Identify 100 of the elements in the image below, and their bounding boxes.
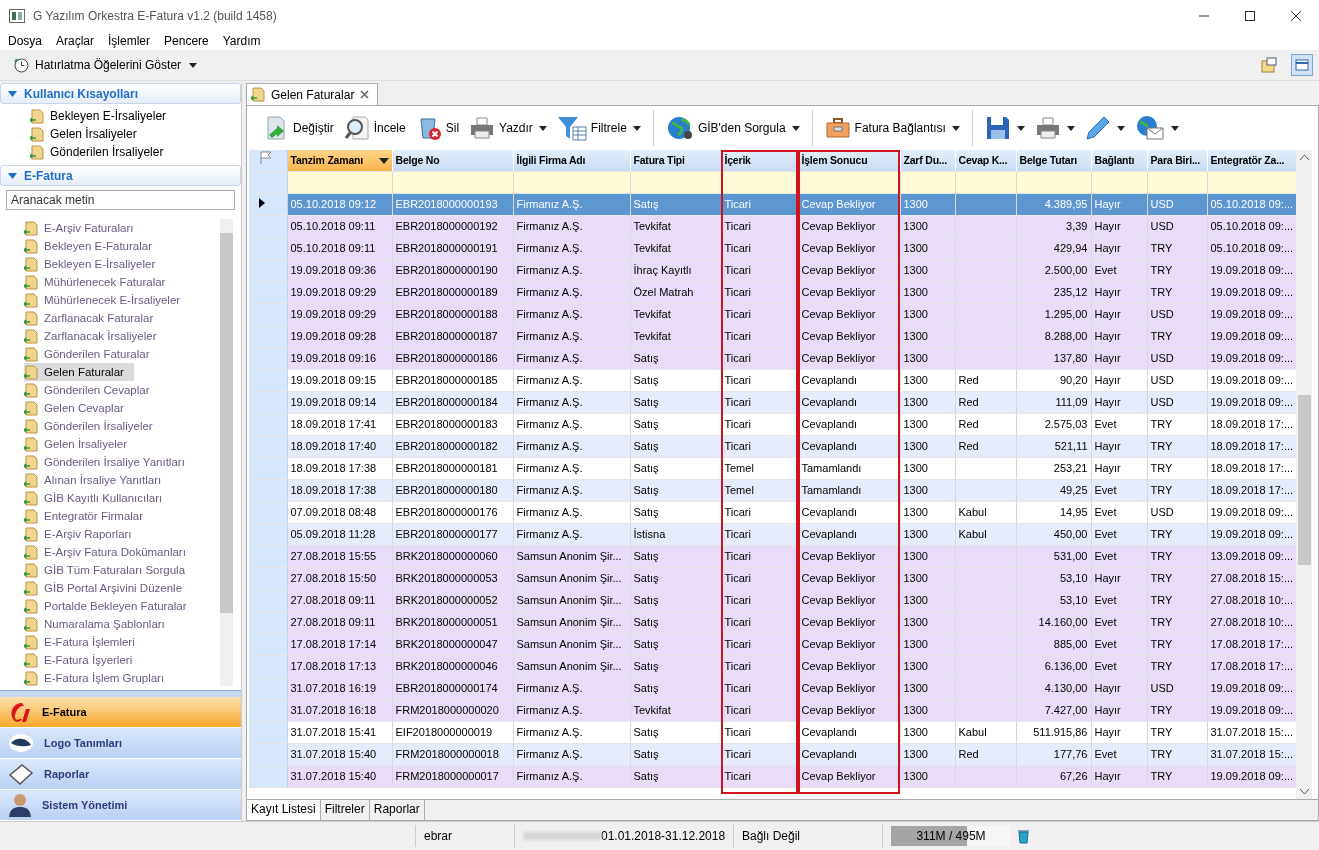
shortcut-link[interactable]: Gelen İrsaliyeler <box>30 125 241 143</box>
table-cell: 27.08.2018 09:11 <box>290 594 376 606</box>
nav-item[interactable]: Gelen Cevaplar <box>24 399 220 417</box>
nav-item[interactable]: E-Fatura İşlemleri <box>24 633 220 651</box>
grid-view-icon[interactable] <box>1291 54 1313 76</box>
menu-item[interactable]: Yardım <box>222 34 261 48</box>
scrollbar[interactable] <box>220 219 233 686</box>
table-cell: 1300 <box>903 616 928 628</box>
table-cell: Hayır <box>1094 352 1121 364</box>
nav-item[interactable]: Entegratör Firmalar <box>24 507 220 525</box>
toolbar-button[interactable]: GİB'den Sorgula <box>663 113 802 143</box>
table-cell: Ticari <box>724 374 751 386</box>
nav-item[interactable]: Zarflanacak Faturalar <box>24 309 220 327</box>
menu-item[interactable]: Dosya <box>8 34 42 48</box>
view-tab[interactable]: Filtreler <box>320 800 370 820</box>
nav-item[interactable]: E-Arşiv Raporları <box>24 525 220 543</box>
nav-item[interactable]: Bekleyen E-Faturalar <box>24 237 220 255</box>
section-header[interactable]: E-Fatura <box>0 165 241 186</box>
toolbar-button[interactable]: Filtrele <box>554 113 643 143</box>
toolbar-button[interactable]: Değiştir <box>261 113 336 143</box>
table-cell: 1300 <box>903 286 928 298</box>
column-header[interactable]: Bağlantı <box>1091 150 1147 172</box>
table-cell: Firmanız A.Ş. <box>516 462 583 474</box>
scroll-up-icon[interactable] <box>1299 154 1309 160</box>
table-cell: Hayır <box>1094 440 1121 452</box>
column-header[interactable]: Fatura Tipi <box>630 150 721 172</box>
module-button[interactable]: E-Fatura <box>0 697 241 728</box>
table-cell: Firmanız A.Ş. <box>516 308 583 320</box>
column-header[interactable]: Para Biri... <box>1147 150 1207 172</box>
toolbar-button[interactable]: Sil <box>413 113 462 143</box>
maximize-icon[interactable] <box>1245 11 1255 21</box>
nav-item[interactable]: Mühürlenecek E-İrsaliyeler <box>24 291 220 309</box>
nav-item[interactable]: Gönderilen Cevaplar <box>24 381 220 399</box>
table-cell: 2.575,03 <box>1044 418 1088 430</box>
module-button[interactable]: Logo Tanımları <box>0 728 241 759</box>
nav-item[interactable]: Gelen İrsaliyeler <box>24 435 220 453</box>
nav-item[interactable]: Gönderilen Faturalar <box>24 345 220 363</box>
section-header[interactable]: Kullanıcı Kısayolları <box>0 83 241 104</box>
document-tab[interactable]: Gelen Faturalar <box>246 83 379 105</box>
table-cell: Firmanız A.Ş. <box>516 528 583 540</box>
document-icon <box>24 526 38 542</box>
table-cell: Ticari <box>724 330 751 342</box>
toolbar-button[interactable]: Fatura Bağlantısı <box>822 113 962 143</box>
table-cell: EBR2018000000181 <box>395 462 498 474</box>
nav-item[interactable]: Gönderilen İrsaliyeler <box>24 417 220 435</box>
nav-item[interactable]: Alınan İrsaliye Yanıtları <box>24 471 220 489</box>
shortcut-link[interactable]: Bekleyen E-İrsaliyeler <box>30 107 241 125</box>
nav-item[interactable]: Bekleyen E-İrsaliyeler <box>24 255 220 273</box>
close-icon[interactable] <box>360 90 370 99</box>
window-layout-icon[interactable] <box>1261 57 1277 73</box>
column-header[interactable]: Cevap K... <box>955 150 1016 172</box>
scroll-thumb[interactable] <box>1297 395 1311 565</box>
reminders-button[interactable]: Hatırlatma Öğelerini Göster <box>10 55 202 75</box>
document-icon <box>24 634 38 650</box>
shortcut-link[interactable]: Gönderilen İrsaliyeler <box>30 143 241 161</box>
nav-item[interactable]: E-Arşiv Faturaları <box>24 219 220 237</box>
column-header[interactable]: İlgili Firma Adı <box>513 150 630 172</box>
table-cell: TRY <box>1150 528 1173 540</box>
table-cell: 1300 <box>903 550 928 562</box>
column-header[interactable]: Belge No <box>392 150 513 172</box>
search-field[interactable]: Aranacak metin <box>6 190 235 210</box>
toolbar-button[interactable]: Yazdır <box>467 113 549 143</box>
view-tab[interactable]: Raporlar <box>369 800 425 820</box>
close-icon[interactable] <box>1291 11 1301 21</box>
column-header[interactable]: Belge Tutarı <box>1016 150 1091 172</box>
column-header[interactable]: Zarf Du... <box>900 150 955 172</box>
menu-item[interactable]: Pencere <box>164 34 209 48</box>
table-cell: Satış <box>633 682 659 694</box>
view-tab[interactable]: Kayıt Listesi <box>247 800 321 820</box>
nav-item[interactable]: Zarflanacak İrsaliyeler <box>24 327 220 345</box>
splitter-handle[interactable] <box>0 690 241 697</box>
nav-item[interactable]: Gönderilen İrsaliye Yanıtları <box>24 453 220 471</box>
nav-item[interactable]: GİB Kayıtlı Kullanıcıları <box>24 489 220 507</box>
table-cell: TRY <box>1150 704 1173 716</box>
module-button[interactable]: Sistem Yönetimi <box>0 790 241 821</box>
nav-item[interactable]: GİB Tüm Faturaları Sorgula <box>24 561 220 579</box>
nav-item[interactable]: E-Fatura İşyerleri <box>24 651 220 669</box>
table-cell: Samsun Anonim Şir... <box>516 572 622 584</box>
table-cell: Cevap Bekliyor <box>801 616 876 628</box>
column-header[interactable]: Entegratör Za... <box>1207 150 1296 172</box>
scrollbar[interactable] <box>1296 150 1312 799</box>
nav-item[interactable]: E-Fatura İşlem Grupları <box>24 669 220 686</box>
column-header[interactable]: Tanzim Zamanı <box>287 150 392 172</box>
menu-item[interactable]: Araçlar <box>56 34 95 48</box>
nav-item[interactable]: Mühürlenecek Faturalar <box>24 273 220 291</box>
scroll-down-icon[interactable] <box>1299 789 1309 795</box>
trash-icon[interactable] <box>1017 828 1030 844</box>
nav-item[interactable]: Portalde Bekleyen Faturalar <box>24 597 220 615</box>
toolbar-button[interactable]: İncele <box>341 113 408 143</box>
nav-item[interactable]: Numaralama Şablonları <box>24 615 220 633</box>
nav-item[interactable]: Gelen Faturalar <box>24 363 134 381</box>
table-cell: Ticari <box>724 220 751 232</box>
nav-item[interactable]: E-Arşiv Fatura Dokümanları <box>24 543 220 561</box>
nav-item[interactable]: GİB Portal Arşivini Düzenle <box>24 579 220 597</box>
scroll-thumb[interactable] <box>220 233 233 613</box>
menu-item[interactable]: İşlemler <box>108 34 151 48</box>
table-cell: 19.09.2018 09:... <box>1210 330 1294 342</box>
table-cell: 511.915,86 <box>1033 726 1088 738</box>
module-button[interactable]: Raporlar <box>0 759 241 790</box>
table-cell: 450,00 <box>1053 528 1088 540</box>
